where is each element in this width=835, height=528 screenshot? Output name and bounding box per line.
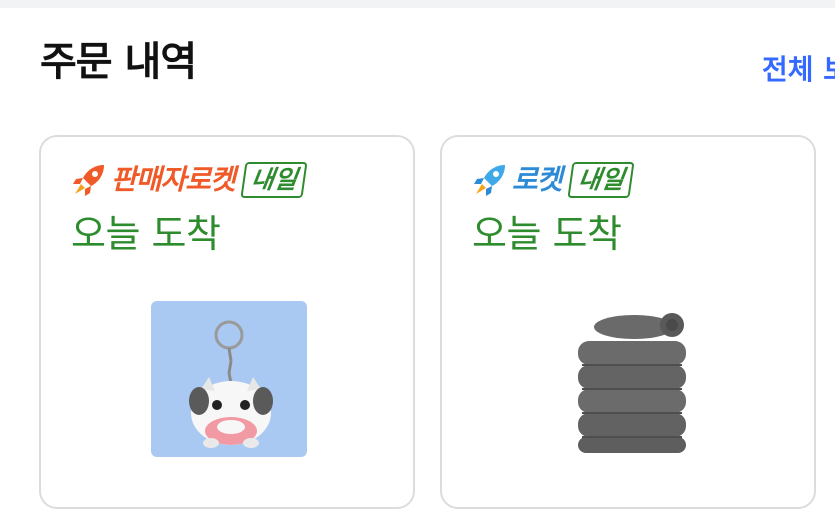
order-card[interactable]: 로켓 내일 오늘 도착: [440, 135, 816, 509]
delivery-type-label: 로켓: [512, 163, 563, 196]
view-all-link[interactable]: 전체 보기: [762, 56, 835, 84]
gray-towel-stack-image: [552, 301, 708, 457]
order-history-section: 주문 내역 전체 보기 판매자로켓 내일 오늘 도착: [0, 0, 835, 528]
section-title: 주문 내역: [40, 39, 197, 85]
top-divider: [0, 0, 835, 8]
product-thumbnail[interactable]: [151, 301, 307, 457]
delivery-badge: 판매자로켓 내일: [71, 161, 308, 199]
rocket-icon: [71, 162, 107, 198]
product-thumbnail[interactable]: [552, 301, 708, 457]
arrival-text: 오늘 도착: [472, 212, 622, 256]
poro-keychain-image: [151, 301, 307, 457]
arrival-text: 오늘 도착: [71, 212, 221, 256]
rocket-icon: [472, 162, 508, 198]
delivery-type-label: 판매자로켓: [111, 163, 236, 196]
order-card[interactable]: 판매자로켓 내일 오늘 도착: [39, 135, 415, 509]
delivery-badge: 로켓 내일: [472, 161, 635, 199]
delivery-tag: 내일: [567, 162, 635, 198]
delivery-tag: 내일: [240, 162, 308, 198]
